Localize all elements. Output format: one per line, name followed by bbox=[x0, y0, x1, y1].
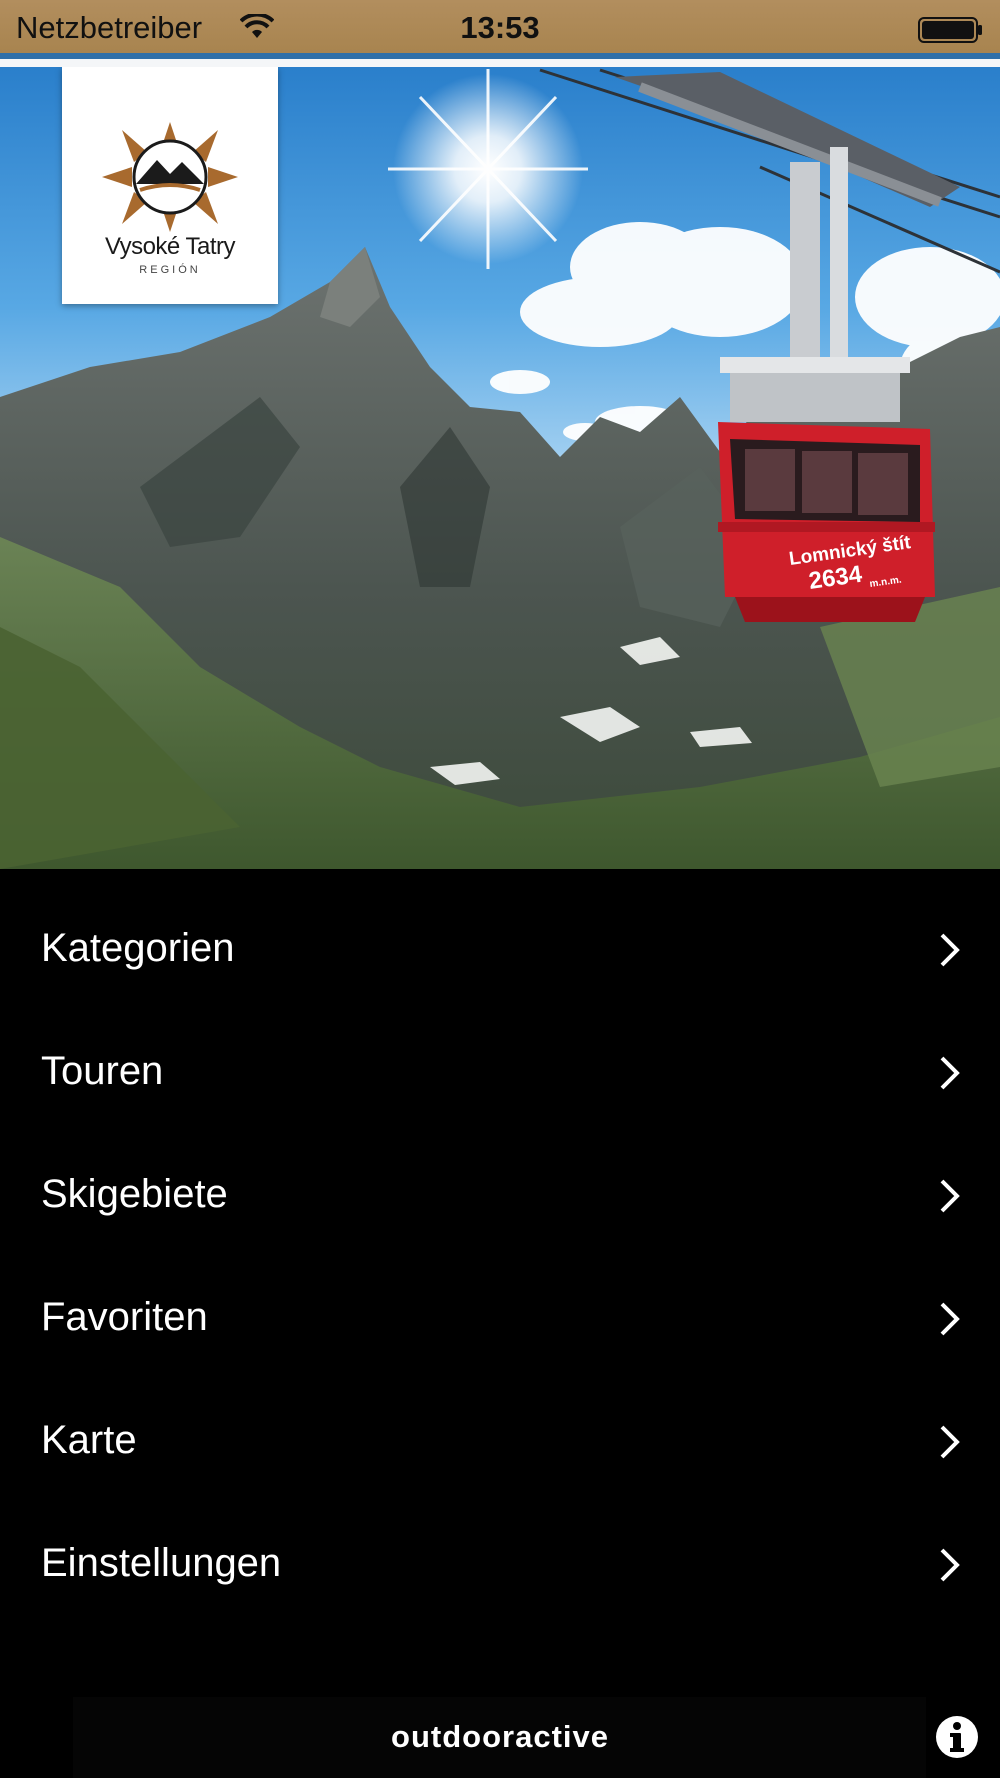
menu-item-favoriten[interactable]: Favoriten bbox=[0, 1258, 1000, 1381]
header-divider bbox=[0, 59, 1000, 67]
menu-item-label: Karte bbox=[41, 1418, 137, 1462]
menu-item-touren[interactable]: Touren bbox=[0, 1012, 1000, 1135]
menu-item-label: Touren bbox=[41, 1049, 164, 1093]
chevron-right-icon bbox=[940, 1548, 960, 1582]
region-logo-subtitle: REGIÓN bbox=[139, 264, 201, 276]
app-screen: Netzbetreiber 13:53 Lomnický štít 2634 m… bbox=[0, 0, 1000, 1778]
chevron-right-icon bbox=[940, 1056, 960, 1090]
region-logo-name: Vysoké Tatry bbox=[104, 233, 236, 260]
chevron-right-icon bbox=[940, 1302, 960, 1336]
chevron-right-icon bbox=[940, 1425, 960, 1459]
menu-item-label: Favoriten bbox=[41, 1295, 208, 1339]
menu-item-karte[interactable]: Karte bbox=[0, 1381, 1000, 1504]
region-logo[interactable]: Vysoké Tatry REGIÓN bbox=[62, 67, 278, 304]
info-icon[interactable] bbox=[934, 1714, 980, 1760]
chevron-right-icon bbox=[940, 1179, 960, 1213]
menu-item-kategorien[interactable]: Kategorien bbox=[0, 889, 1000, 1012]
hero-image: Lomnický štít 2634 m.n.m. Vysoké Tatry R… bbox=[0, 67, 1000, 869]
menu-item-skigebiete[interactable]: Skigebiete bbox=[0, 1135, 1000, 1258]
sun-mountain-logo-icon bbox=[102, 122, 238, 232]
menu-item-label: Einstellungen bbox=[41, 1541, 282, 1585]
footer-bar: outdooractive bbox=[0, 1697, 1000, 1778]
main-menu: Kategorien Touren Skigebiete Favoriten K… bbox=[0, 889, 1000, 1627]
menu-item-einstellungen[interactable]: Einstellungen bbox=[0, 1504, 1000, 1627]
chevron-right-icon bbox=[940, 933, 960, 967]
clock: 13:53 bbox=[460, 10, 540, 45]
menu-item-label: Skigebiete bbox=[41, 1172, 228, 1216]
menu-item-label: Kategorien bbox=[41, 926, 235, 970]
outdooractive-logo[interactable]: outdooractive bbox=[0, 1719, 1000, 1755]
cable-car-cabin: Lomnický štít 2634 m.n.m. bbox=[718, 422, 935, 622]
status-bar: Netzbetreiber 13:53 bbox=[0, 0, 1000, 53]
battery-icon bbox=[918, 15, 984, 51]
